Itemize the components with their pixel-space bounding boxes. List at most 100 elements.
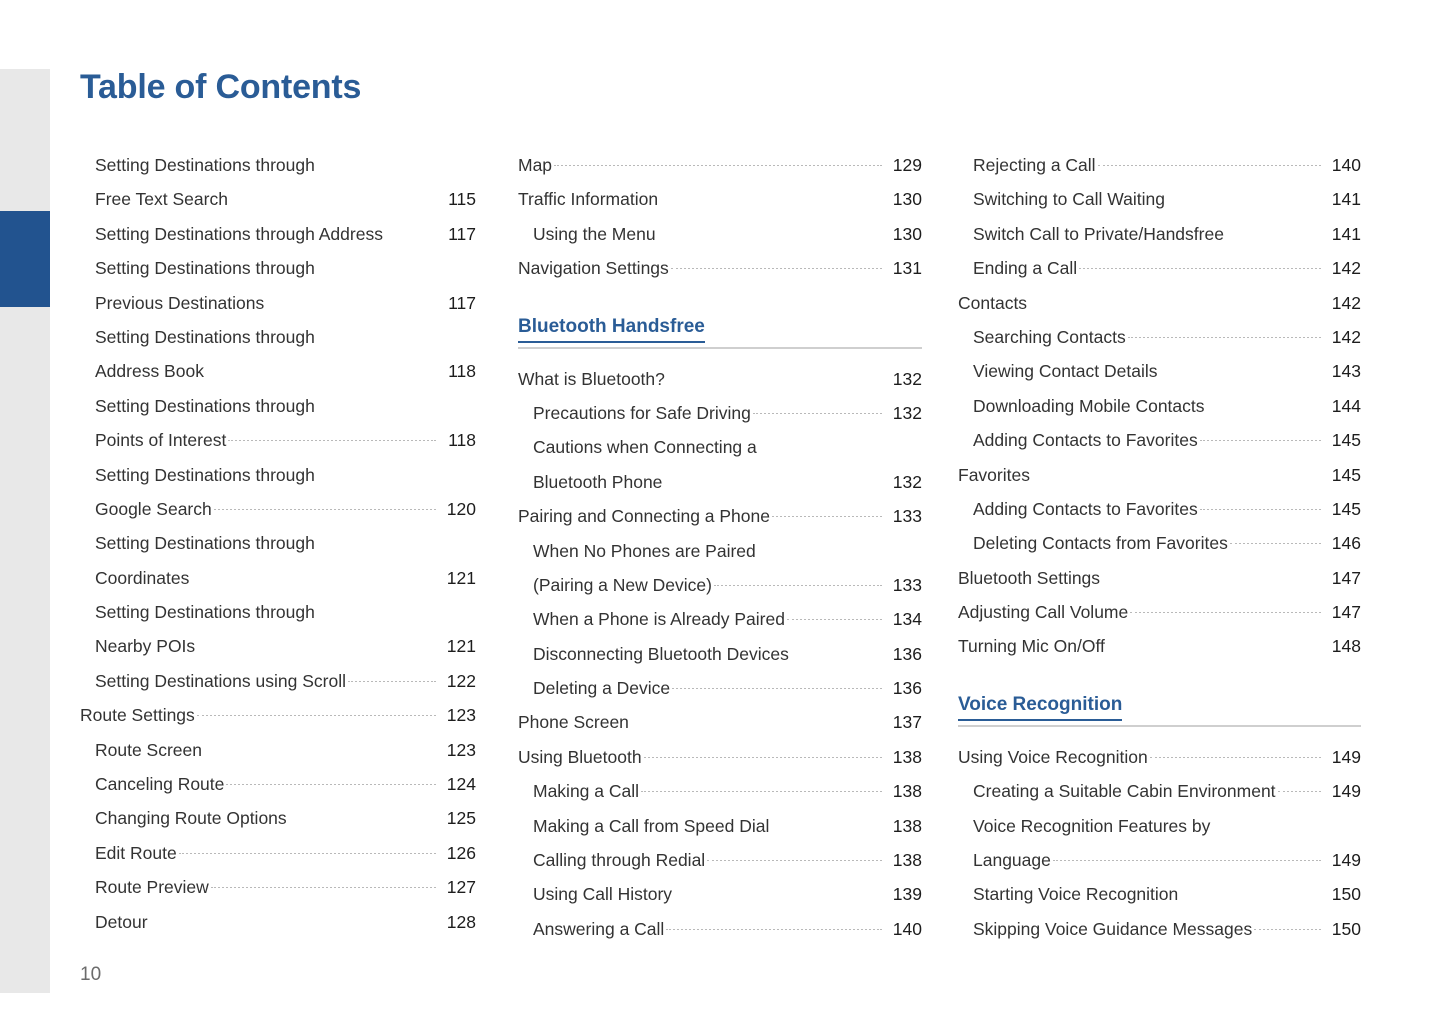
toc-entry[interactable]: Rejecting a Call 140 — [958, 148, 1361, 182]
toc-entry-label: Setting Destinations through — [95, 155, 315, 175]
toc-entry[interactable]: Edit Route 126 — [80, 836, 476, 870]
toc-entry[interactable]: Phone Screen 137 — [518, 705, 922, 739]
toc-entry[interactable]: Making a Call 138 — [518, 774, 922, 808]
toc-entry[interactable]: Switching to Call Waiting 141 — [958, 182, 1361, 216]
toc-entry[interactable]: Google Search 120 — [80, 492, 476, 526]
toc-entry[interactable]: Favorites 145 — [958, 458, 1361, 492]
toc-entry[interactable]: Route Screen 123 — [80, 733, 476, 767]
toc-entry[interactable]: Detour 128 — [80, 905, 476, 939]
toc-entry[interactable]: Contacts 142 — [958, 286, 1361, 320]
toc-entry[interactable]: Setting Destinations through Address 117 — [80, 217, 476, 251]
toc-entry[interactable]: Turning Mic On/Off 148 — [958, 629, 1361, 663]
toc-entry[interactable]: Setting Destinations through — [80, 389, 476, 423]
toc-entry[interactable]: Adding Contacts to Favorites 145 — [958, 423, 1361, 457]
toc-entry-label: Adding Contacts to Favorites — [973, 498, 1198, 519]
toc-entry[interactable]: Using Voice Recognition 149 — [958, 740, 1361, 774]
toc-entry[interactable]: Bluetooth Settings 147 — [958, 561, 1361, 595]
toc-entry[interactable]: Route Settings 123 — [80, 698, 476, 732]
toc-entry[interactable]: Setting Destinations through — [80, 458, 476, 492]
toc-leader-dots — [664, 481, 882, 483]
toc-entry[interactable]: Setting Destinations through — [80, 595, 476, 629]
toc-entry-page-number: 138 — [892, 746, 922, 767]
toc-entry[interactable]: Previous Destinations 117 — [80, 286, 476, 320]
toc-entry[interactable]: Skipping Voice Guidance Messages 150 — [958, 912, 1361, 946]
toc-entry[interactable]: Creating a Suitable Cabin Environment 149 — [958, 774, 1361, 808]
toc-leader-dots — [226, 784, 436, 785]
toc-entry[interactable]: Disconnecting Bluetooth Devices 136 — [518, 637, 922, 671]
toc-entry[interactable]: Answering a Call 140 — [518, 912, 922, 946]
toc-entry-label: Setting Destinations through — [95, 602, 315, 623]
toc-entry-page-number: 150 — [1331, 884, 1361, 905]
toc-entry[interactable]: Canceling Route 124 — [80, 767, 476, 801]
toc-entry-page-number: 150 — [1331, 918, 1361, 939]
toc-entry[interactable]: Bluetooth Phone 132 — [518, 465, 922, 499]
column-right: Rejecting a Call 140 Switching to Call Wai… — [958, 148, 1361, 946]
toc-entry[interactable]: Coordinates 121 — [80, 561, 476, 595]
toc-leader-dots — [197, 646, 436, 648]
toc-entry[interactable]: Address Book 118 — [80, 354, 476, 388]
toc-entry[interactable]: Map 129 — [518, 148, 922, 182]
toc-entry[interactable]: Pairing and Connecting a Phone 133 — [518, 499, 922, 533]
toc-entry-page-number: 138 — [892, 850, 922, 871]
toc-entry[interactable]: Points of Interest 118 — [80, 423, 476, 457]
toc-entry[interactable]: Setting Destinations through — [80, 251, 476, 285]
toc-entry-label: Deleting a Device — [533, 678, 671, 699]
toc-entry[interactable]: Route Preview 127 — [80, 870, 476, 904]
toc-entry-page-number: 142 — [1331, 258, 1361, 279]
toc-entry-label: Setting Destinations through — [95, 464, 315, 485]
toc-entry[interactable]: Deleting a Device 136 — [518, 671, 922, 705]
toc-entry[interactable]: Language 149 — [958, 843, 1361, 877]
toc-entry[interactable]: Calling through Redial 138 — [518, 843, 922, 877]
toc-entry[interactable]: Changing Route Options 125 — [80, 801, 476, 835]
toc-entry-label: Setting Destinations through Address — [95, 223, 383, 244]
toc-leader-dots — [752, 413, 882, 414]
toc-entry-label: Pairing and Connecting a Phone — [518, 506, 770, 527]
toc-entry[interactable]: Nearby POIs 121 — [80, 629, 476, 663]
toc-entry[interactable]: Adjusting Call Volume 147 — [958, 595, 1361, 629]
toc-leader-dots — [1206, 405, 1321, 407]
toc-entry[interactable]: Setting Destinations through — [80, 320, 476, 354]
toc-entry[interactable]: Starting Voice Recognition 150 — [958, 877, 1361, 911]
toc-entry-page-number: 130 — [892, 189, 922, 210]
toc-entry[interactable]: Navigation Settings 131 — [518, 251, 922, 285]
toc-entry-page-number: 134 — [892, 609, 922, 630]
toc-entry[interactable]: (Pairing a New Device) 133 — [518, 568, 922, 602]
toc-entry[interactable]: When No Phones are Paired — [518, 534, 922, 568]
toc-entry[interactable]: Setting Destinations through — [80, 526, 476, 560]
toc-entry-label: Making a Call — [533, 781, 640, 802]
toc-entry[interactable]: Adding Contacts to Favorites 145 — [958, 492, 1361, 526]
toc-entry[interactable]: Using the Menu 130 — [518, 217, 922, 251]
toc-entry[interactable]: What is Bluetooth? 132 — [518, 362, 922, 396]
toc-entry-label: Favorites — [958, 464, 1030, 485]
toc-entry-page-number: 141 — [1331, 223, 1361, 244]
toc-entry[interactable]: When a Phone is Already Paired 134 — [518, 602, 922, 636]
toc-leader-dots — [713, 585, 882, 586]
toc-leader-dots — [772, 516, 882, 517]
toc-entry[interactable]: Switch Call to Private/Handsfree 141 — [958, 217, 1361, 251]
toc-entry[interactable]: Deleting Contacts from Favorites 146 — [958, 526, 1361, 560]
toc-entry[interactable]: Downloading Mobile Contacts 144 — [958, 389, 1361, 423]
toc-entry[interactable]: Setting Destinations through — [80, 148, 476, 182]
toc-entry[interactable]: Traffic Information 130 — [518, 182, 922, 216]
toc-entry[interactable]: Searching Contacts 142 — [958, 320, 1361, 354]
toc-entry[interactable]: Using Call History 139 — [518, 877, 922, 911]
toc-entry[interactable]: Free Text Search 115 — [80, 182, 476, 216]
toc-entry[interactable]: Setting Destinations using Scroll 122 — [80, 664, 476, 698]
toc-entry-label: Contacts — [958, 292, 1028, 313]
toc-entry[interactable]: Cautions when Connecting a — [518, 430, 922, 464]
toc-entry-label: Switch Call to Private/Handsfree — [973, 223, 1224, 244]
toc-entry[interactable]: Voice Recognition Features by — [958, 809, 1361, 843]
page-edge-strip — [0, 69, 50, 993]
toc-entry[interactable]: Making a Call from Speed Dial 138 — [518, 809, 922, 843]
toc-entry-page-number: 123 — [446, 739, 476, 760]
toc-entry[interactable]: Precautions for Safe Driving 132 — [518, 396, 922, 430]
toc-entry[interactable]: Ending a Call 142 — [958, 251, 1361, 285]
section-heading-label: Voice Recognition — [958, 694, 1123, 721]
toc-entry[interactable]: Viewing Contact Details 143 — [958, 354, 1361, 388]
toc-entry-page-number: 147 — [1331, 602, 1361, 623]
toc-entry-label: Using the Menu — [533, 223, 656, 244]
toc-entry[interactable]: Using Bluetooth 138 — [518, 740, 922, 774]
toc-entry-label: Creating a Suitable Cabin Environment — [973, 781, 1276, 802]
toc-entry-label: Voice Recognition Features by — [973, 815, 1211, 836]
toc-leader-dots — [1031, 474, 1321, 476]
